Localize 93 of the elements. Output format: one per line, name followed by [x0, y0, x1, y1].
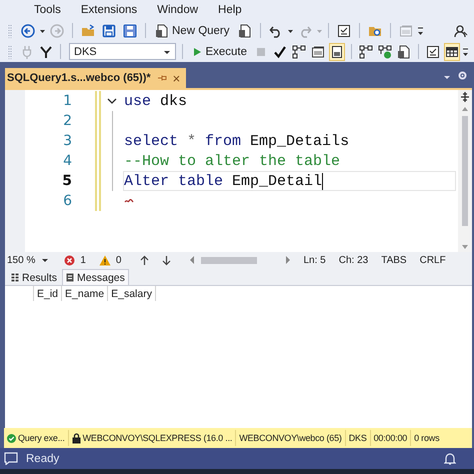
- code-line: use dks: [124, 92, 188, 110]
- save-button[interactable]: [100, 22, 118, 40]
- line-number: 1: [62, 93, 72, 109]
- menu-item[interactable]: Window: [157, 4, 198, 16]
- line-number: 3: [62, 133, 72, 149]
- line-number: 6: [62, 193, 72, 209]
- scrollbar-thumb[interactable]: [462, 116, 468, 226]
- indent-mode[interactable]: TABS: [381, 254, 407, 266]
- database-name: DKS: [348, 433, 367, 443]
- plan-button[interactable]: [358, 42, 374, 60]
- fold-caret-icon[interactable]: [107, 96, 117, 106]
- document-icon: [397, 44, 411, 58]
- document-icon: [155, 24, 169, 38]
- line-number: 4: [62, 153, 72, 169]
- error-icon[interactable]: [64, 254, 76, 266]
- notification-bell-icon[interactable]: [444, 452, 456, 465]
- pin-icon[interactable]: [156, 73, 167, 83]
- account-icon[interactable]: [454, 24, 468, 38]
- undo-icon: [268, 24, 283, 38]
- grip-handle-icon[interactable]: [8, 44, 12, 60]
- status-text: Ready: [26, 452, 60, 464]
- plug-icon: [20, 44, 34, 58]
- zoom-dropdown[interactable]: 150 %: [5, 254, 52, 266]
- column-header[interactable]: E_name: [62, 286, 108, 301]
- split-icon[interactable]: [460, 92, 470, 102]
- forward-icon: [50, 24, 64, 38]
- save-icon: [102, 24, 116, 38]
- scroll-right-icon[interactable]: [285, 256, 290, 264]
- form-icon: [426, 44, 440, 58]
- plan-button[interactable]: [291, 42, 307, 60]
- scrollbar-thumb[interactable]: [201, 256, 258, 264]
- comment-icon[interactable]: [4, 452, 18, 465]
- check-icon: [273, 44, 287, 58]
- code-line: Alter table Emp_Detail: [124, 172, 324, 190]
- query-status-text: Query exe...: [18, 433, 65, 443]
- elapsed-time: 00:00:00: [374, 433, 408, 443]
- plan-check-icon: [378, 44, 392, 58]
- menu-item[interactable]: Tools: [34, 4, 61, 16]
- error-count[interactable]: 1: [80, 254, 86, 266]
- warning-icon[interactable]: [98, 254, 111, 266]
- new-query-button[interactable]: New Query: [152, 22, 233, 39]
- vertical-scrollbar[interactable]: [458, 90, 472, 252]
- column-header[interactable]: E_id: [34, 286, 62, 301]
- settings-icon[interactable]: [457, 70, 468, 81]
- panel-button[interactable]: [329, 42, 345, 60]
- execute-button[interactable]: Execute: [189, 43, 250, 60]
- plan-icon: [359, 44, 373, 58]
- menu-item[interactable]: Help: [218, 4, 242, 16]
- form-icon: [336, 24, 351, 38]
- grip-handle-icon[interactable]: [8, 22, 12, 38]
- line-number: 2: [62, 113, 72, 129]
- folder-icon: [81, 24, 95, 38]
- close-button[interactable]: ×: [172, 72, 180, 84]
- grid-button[interactable]: [444, 42, 460, 60]
- plan-check-button[interactable]: [377, 42, 393, 60]
- caret-icon[interactable]: [41, 256, 50, 264]
- scroll-up-icon[interactable]: [461, 106, 469, 112]
- play-icon: [192, 46, 202, 58]
- dropdown-icon[interactable]: [443, 73, 451, 81]
- grid-icon: [445, 44, 459, 58]
- document-icon: [238, 24, 252, 38]
- menu-item[interactable]: Extensions: [80, 4, 138, 16]
- warning-count[interactable]: 0: [116, 254, 122, 266]
- scroll-left-icon[interactable]: [190, 256, 196, 264]
- window-icon: [311, 44, 325, 58]
- cursor-column: Ch: 23: [338, 254, 368, 266]
- grid-icon: [11, 273, 19, 282]
- save-all-icon: [123, 24, 137, 38]
- document-button[interactable]: [396, 42, 412, 60]
- save-all-button[interactable]: [121, 22, 139, 40]
- back-icon: [21, 24, 35, 38]
- message-icon: [66, 273, 74, 282]
- line-ending[interactable]: CRLF: [420, 254, 446, 266]
- column-header[interactable]: E_salary: [108, 286, 156, 301]
- window-icon: [398, 24, 413, 38]
- code-comment: --How to alter the table: [124, 152, 340, 170]
- database-dropdown[interactable]: DKS: [69, 43, 176, 60]
- line-number: 5: [61, 173, 72, 189]
- panel-icon: [330, 44, 344, 58]
- login-name: WEBCONVOY\webco (65): [239, 433, 342, 443]
- document-tab[interactable]: SQLQuery1.s...webco (65))* ×: [5, 68, 186, 88]
- back-button[interactable]: [19, 22, 37, 40]
- lock-icon: [72, 432, 81, 444]
- scroll-down-icon[interactable]: [461, 244, 469, 250]
- plan-icon: [292, 44, 306, 58]
- results-tab[interactable]: Messages: [62, 269, 129, 285]
- up-arrow-icon[interactable]: [140, 254, 150, 266]
- row-count: 0 rows: [414, 433, 440, 443]
- server-name: WEBCONVOY\SQLEXPRESS (16.0 ...: [82, 433, 232, 443]
- cursor-line: Ln: 5: [303, 254, 326, 266]
- code-line: select * from Emp_Details: [124, 132, 350, 150]
- horizontal-scrollbar[interactable]: [190, 256, 290, 264]
- down-arrow-icon[interactable]: [162, 254, 172, 266]
